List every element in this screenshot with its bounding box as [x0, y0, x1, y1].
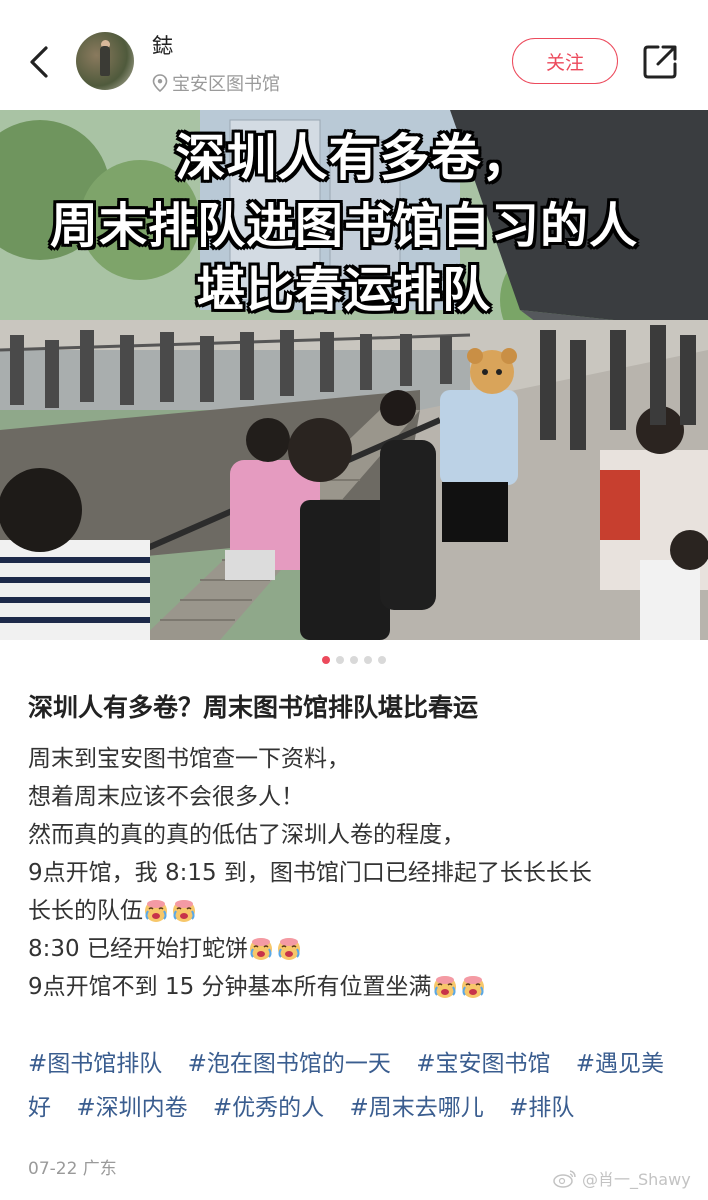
hashtag-list: #图书馆排队 #泡在图书馆的一天 #宝安图书馆 #遇见美好 #深圳内卷 #优秀的…	[28, 1042, 692, 1130]
hashtag-link[interactable]: #优秀的人	[213, 1095, 324, 1121]
watermark-text: @肖一_Shawy	[582, 1170, 691, 1189]
body-line: 然而真的真的真的低估了深圳人卷的程度，	[28, 822, 465, 848]
photo-overlay-line-2: 周末排队进图书馆自习的人	[49, 198, 638, 254]
crying-face-emoji-icon	[173, 900, 195, 922]
hashtag-link[interactable]: #图书馆排队	[28, 1051, 162, 1077]
avatar[interactable]	[76, 32, 134, 90]
body-line-with-emoji: 8:30 已经开始打蛇饼	[28, 930, 688, 968]
location-tag[interactable]: 宝安区图书馆	[152, 70, 280, 96]
chevron-left-icon[interactable]	[22, 42, 58, 82]
body-line: 想着周末应该不会很多人！	[28, 784, 304, 810]
post-title: 深圳人有多卷？周末图书馆排队堪比春运	[28, 693, 479, 722]
photo-overlay-line-3: 堪比春运排队	[196, 262, 491, 318]
body-line-text: 9点开馆不到 15 分钟基本所有位置坐满	[28, 974, 432, 1000]
crying-face-emoji-icon	[277, 938, 300, 960]
body-line-with-emoji: 9点开馆不到 15 分钟基本所有位置坐满	[28, 968, 688, 1006]
carousel-indicator[interactable]	[0, 656, 708, 664]
hashtag-link[interactable]: #排队	[509, 1095, 574, 1121]
crying-face-emoji-icon	[145, 900, 167, 922]
username[interactable]: 鋕	[152, 30, 173, 60]
share-icon[interactable]	[640, 42, 680, 82]
body-line-with-emoji: 长长的队伍	[28, 892, 688, 930]
watermark: @肖一_Shawy	[552, 1166, 691, 1190]
carousel-dot[interactable]	[322, 656, 330, 664]
post-body: 周末到宝安图书馆查一下资料， 想着周末应该不会很多人！ 然而真的真的真的低估了深…	[28, 740, 688, 1006]
carousel-dot[interactable]	[378, 656, 386, 664]
body-line: 周末到宝安图书馆查一下资料，	[28, 746, 350, 772]
location-label: 宝安区图书馆	[172, 74, 280, 95]
body-line-text: 8:30 已经开始打蛇饼	[28, 936, 248, 962]
follow-button[interactable]: 关注	[512, 38, 618, 84]
carousel-dot[interactable]	[336, 656, 344, 664]
body-line: 9点开馆，我 8:15 到，图书馆门口已经排起了长长长长	[28, 860, 592, 886]
crying-face-emoji-icon	[249, 938, 272, 960]
post-date-location: 07-22 广东	[28, 1159, 117, 1179]
location-pin-icon	[152, 74, 168, 92]
avatar-figure-body	[100, 46, 110, 76]
post-photo[interactable]: 深圳人有多卷， 周末排队进图书馆自习的人 堪比春运排队	[0, 110, 708, 640]
post-header: 鋕 宝安区图书馆 关注	[0, 0, 708, 110]
hashtag-link[interactable]: #泡在图书馆的一天	[188, 1051, 391, 1077]
hashtag-link[interactable]: #深圳内卷	[76, 1095, 187, 1121]
carousel-dot[interactable]	[350, 656, 358, 664]
crying-face-emoji-icon	[461, 976, 484, 998]
carousel-dot[interactable]	[364, 656, 372, 664]
body-line-text: 长长的队伍	[28, 898, 143, 924]
weibo-logo-icon	[553, 1170, 576, 1188]
hashtag-link[interactable]: #周末去哪儿	[350, 1095, 484, 1121]
photo-overlay-line-1: 深圳人有多卷，	[175, 129, 533, 187]
hashtag-link[interactable]: #宝安图书馆	[416, 1051, 550, 1077]
crying-face-emoji-icon	[433, 976, 456, 998]
